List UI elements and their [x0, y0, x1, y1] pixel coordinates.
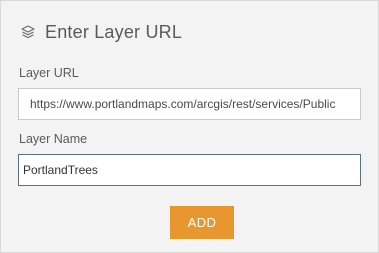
layers-icon — [19, 23, 37, 41]
panel-header: Enter Layer URL — [19, 19, 182, 45]
layer-url-input[interactable] — [18, 88, 361, 120]
enter-layer-url-panel: Enter Layer URL Layer URL Layer Name ADD — [0, 0, 379, 253]
layer-url-label: Layer URL — [19, 66, 79, 80]
layer-name-label: Layer Name — [19, 132, 88, 146]
layer-name-input[interactable] — [18, 154, 361, 186]
panel-title: Enter Layer URL — [45, 21, 183, 42]
add-button[interactable]: ADD — [170, 206, 234, 239]
